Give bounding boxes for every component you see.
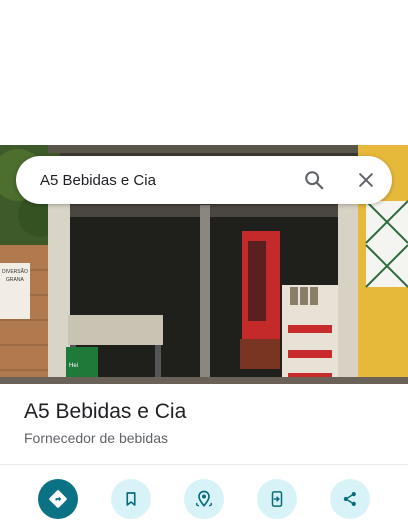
share-icon <box>343 492 356 506</box>
save-button[interactable] <box>111 479 151 519</box>
nearby-button[interactable] <box>184 479 224 519</box>
directions-button[interactable] <box>38 479 78 519</box>
search-icon <box>305 171 324 190</box>
poster-text-2: GRANA <box>6 277 24 283</box>
poster-text-1: DIVERSÃO <box>2 268 28 275</box>
close-button[interactable] <box>346 160 386 200</box>
nearby-pin-icon <box>195 490 213 507</box>
share-button[interactable] <box>330 479 370 519</box>
place-title: A5 Bebidas e Cia <box>24 400 187 423</box>
search-bar[interactable]: A5 Bebidas e Cia <box>16 156 392 204</box>
action-bar <box>0 479 408 519</box>
send-to-phone-icon <box>271 491 283 507</box>
close-icon <box>359 173 373 187</box>
place-category: Fornecedor de bebidas <box>24 430 168 446</box>
bookmark-icon <box>126 492 136 506</box>
divider <box>0 464 408 465</box>
send-to-phone-button[interactable] <box>257 479 297 519</box>
directions-icon <box>49 490 67 508</box>
search-query[interactable]: A5 Bebidas e Cia <box>40 172 294 189</box>
search-button[interactable] <box>294 160 334 200</box>
svg-text:Hei: Hei <box>69 363 78 369</box>
